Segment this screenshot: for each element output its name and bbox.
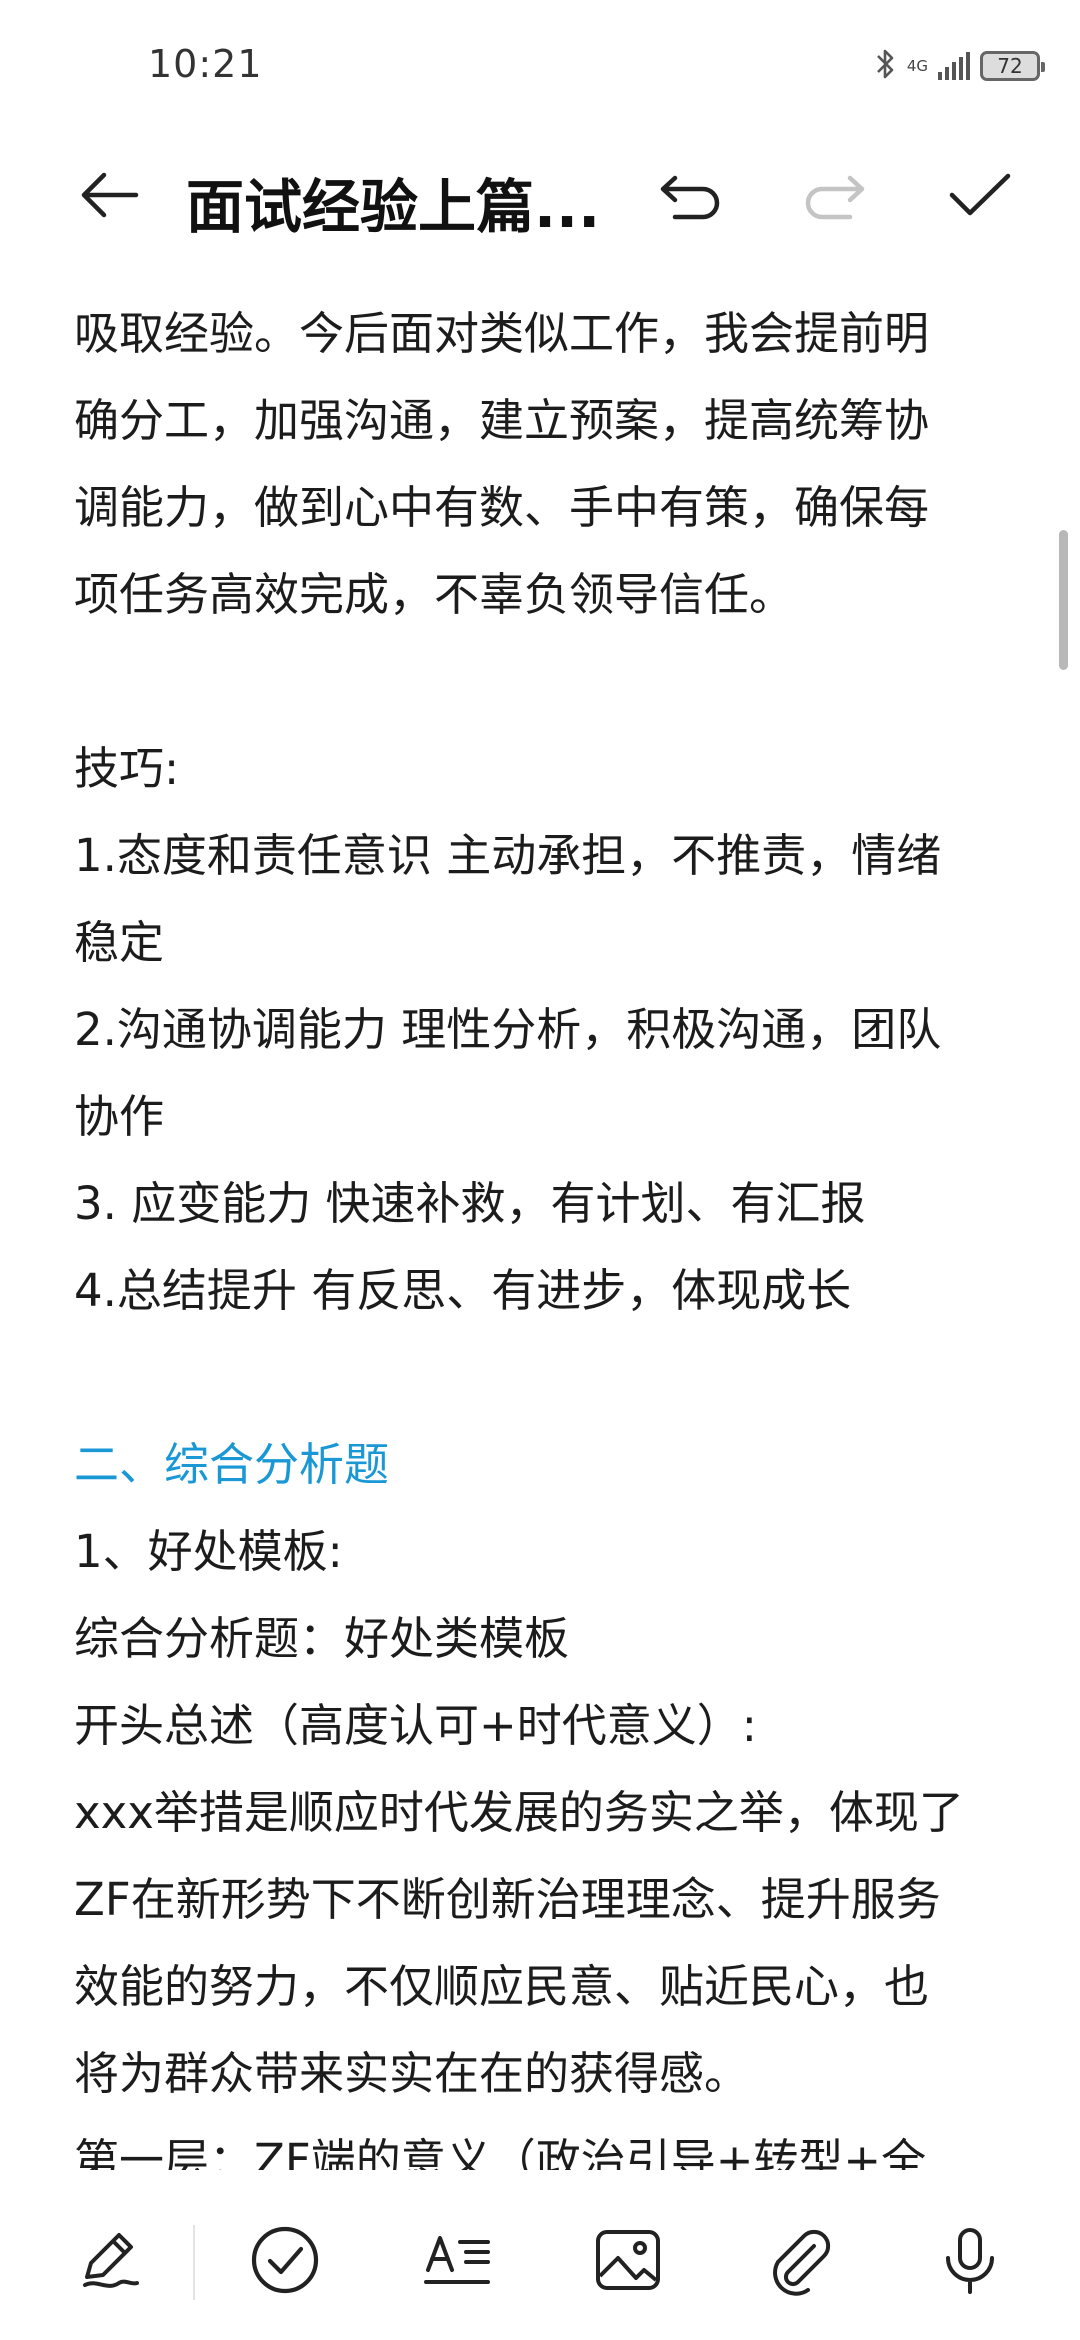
toolbar-divider xyxy=(193,2225,195,2300)
note-title[interactable]: 面试经验上篇... xyxy=(186,160,600,244)
note-body[interactable]: 吸取经验。今后面对类似工作，我会提前明 确分工，加强沟通，建立预案，提高统筹协 … xyxy=(74,290,1024,2170)
back-arrow-icon[interactable] xyxy=(74,160,144,230)
note-line: 协作 xyxy=(74,1090,165,1143)
redo-icon[interactable] xyxy=(800,160,870,230)
attachment-icon[interactable] xyxy=(755,2215,845,2305)
note-line: xxx举措是顺应时代发展的务实之举，体现了 xyxy=(74,1786,964,1839)
note-line: 第一层：ZF端的意义（政治引导+转型+全 xyxy=(74,2134,927,2170)
text-format-icon[interactable] xyxy=(413,2215,503,2305)
note-line: 确分工，加强沟通，建立预案，提高统筹协 xyxy=(74,394,930,447)
status-icons: 4G 72 xyxy=(875,46,1045,86)
bottom-toolbar xyxy=(0,2185,1080,2340)
note-line: 开头总述（高度认可+时代意义）: xyxy=(74,1699,757,1752)
image-icon[interactable] xyxy=(583,2215,673,2305)
bluetooth-icon xyxy=(875,47,897,85)
scrollbar-thumb[interactable] xyxy=(1059,530,1068,670)
signal-icon xyxy=(938,52,970,80)
pen-icon[interactable] xyxy=(65,2215,155,2305)
note-line: 项任务高效完成，不辜负领导信任。 xyxy=(74,568,795,621)
note-line: 3. 应变能力 快速补救，有计划、有汇报 xyxy=(74,1177,866,1230)
check-icon[interactable] xyxy=(945,160,1015,230)
note-line: 4.总结提升 有反思、有进步，体现成长 xyxy=(74,1264,852,1317)
note-line: 1、好处模板: xyxy=(74,1525,343,1578)
undo-icon[interactable] xyxy=(655,160,725,230)
network-type: 4G xyxy=(906,56,928,75)
note-line: 吸取经验。今后面对类似工作，我会提前明 xyxy=(74,307,930,360)
status-bar: 10:21 4G 72 xyxy=(0,0,1080,130)
note-line: 2.沟通协调能力 理性分析，积极沟通，团队 xyxy=(74,1003,942,1056)
note-line: 技巧: xyxy=(74,742,180,795)
note-line: 将为群众带来实实在在的获得感。 xyxy=(74,2047,750,2100)
note-line: 效能的努力，不仅顺应民意、贴近民心，也 xyxy=(74,1960,930,2013)
microphone-icon[interactable] xyxy=(925,2215,1015,2305)
note-line: 稳定 xyxy=(74,916,165,969)
battery-level: 72 xyxy=(997,54,1023,78)
status-time: 10:21 xyxy=(148,42,263,86)
battery-icon: 72 xyxy=(980,51,1045,81)
note-line: 综合分析题：好处类模板 xyxy=(74,1612,570,1665)
note-line: 1.态度和责任意识 主动承担，不推责，情绪 xyxy=(74,829,942,882)
section-heading: 二、综合分析题 xyxy=(74,1438,390,1491)
note-line: 调能力，做到心中有数、手中有策，确保每 xyxy=(74,481,930,534)
checklist-icon[interactable] xyxy=(240,2215,330,2305)
note-line: ZF在新形势下不断创新治理理念、提升服务 xyxy=(74,1873,941,1926)
